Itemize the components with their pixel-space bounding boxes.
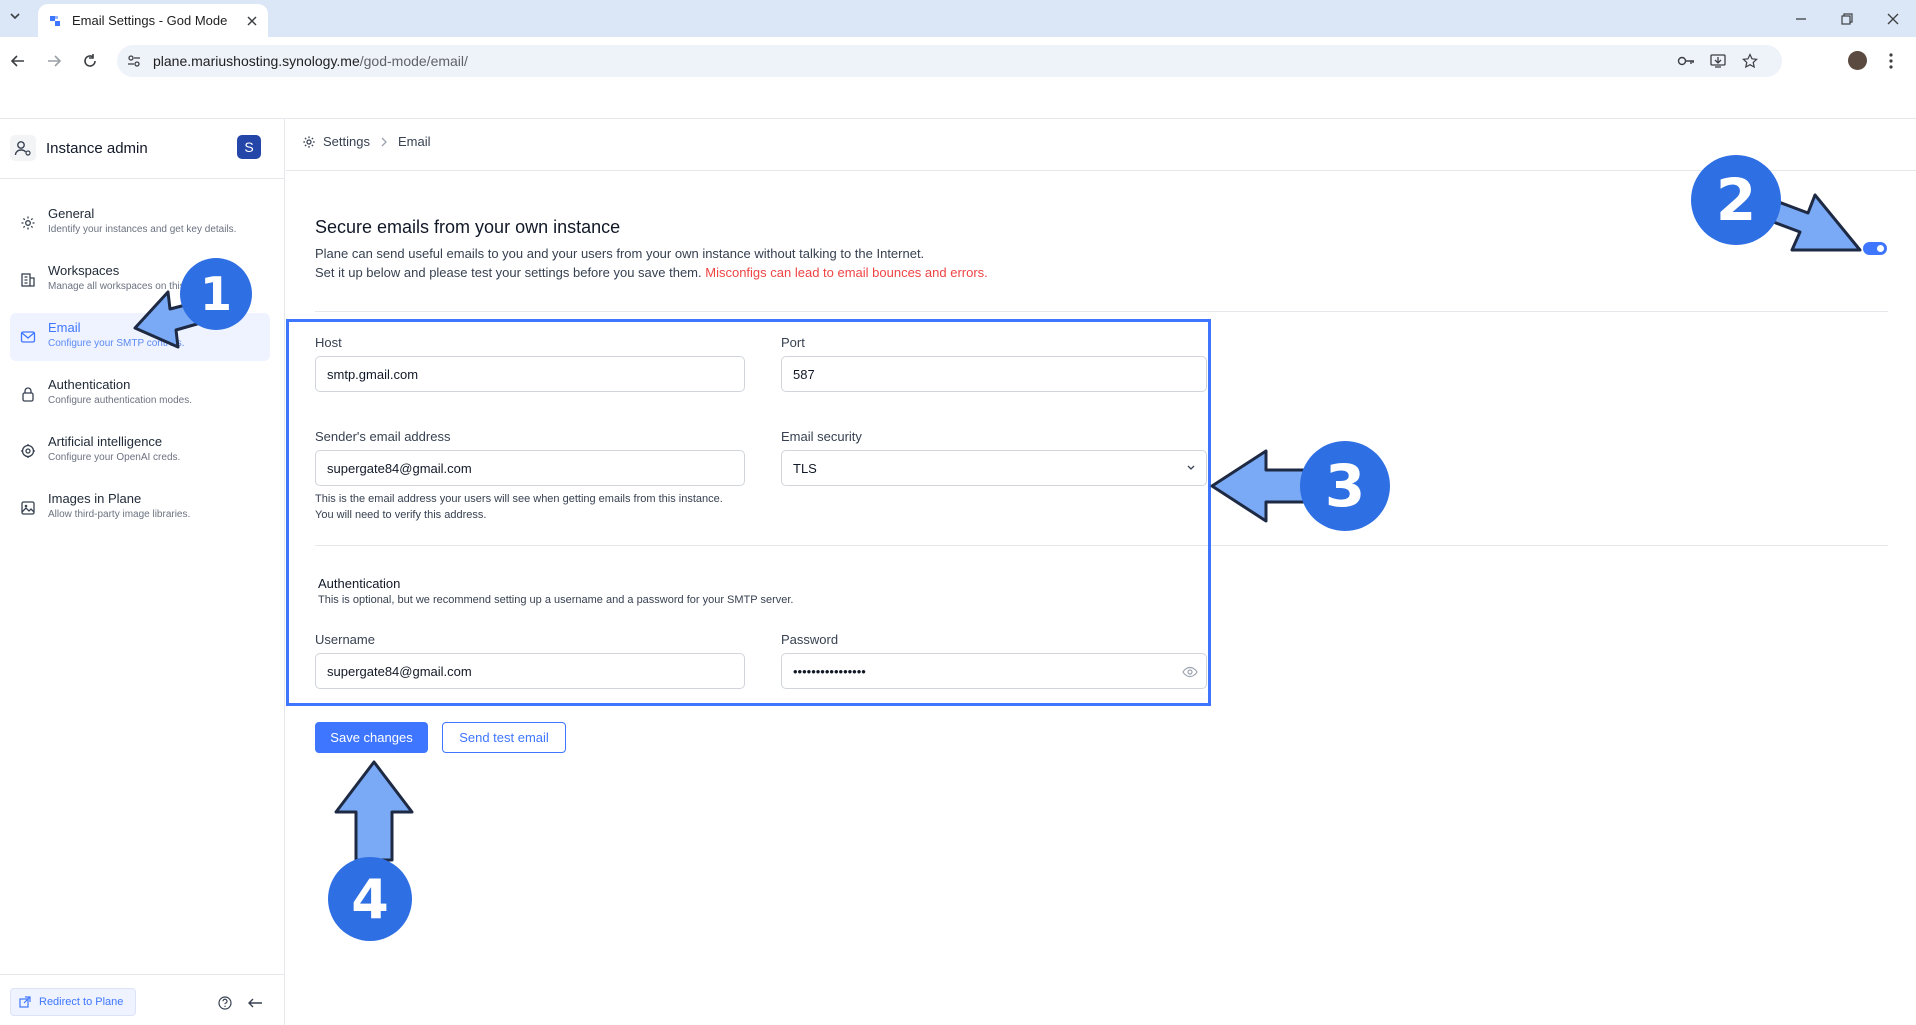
callout-2: 2 (1691, 155, 1781, 245)
arrow-3 (1210, 449, 1312, 523)
callout-3: 3 (1300, 441, 1390, 531)
callout-4: 4 (328, 857, 412, 941)
arrow-4 (334, 760, 414, 862)
callout-1: 1 (180, 258, 252, 330)
arrow-2 (1766, 193, 1862, 252)
annotation-arrows (133, 193, 1862, 862)
